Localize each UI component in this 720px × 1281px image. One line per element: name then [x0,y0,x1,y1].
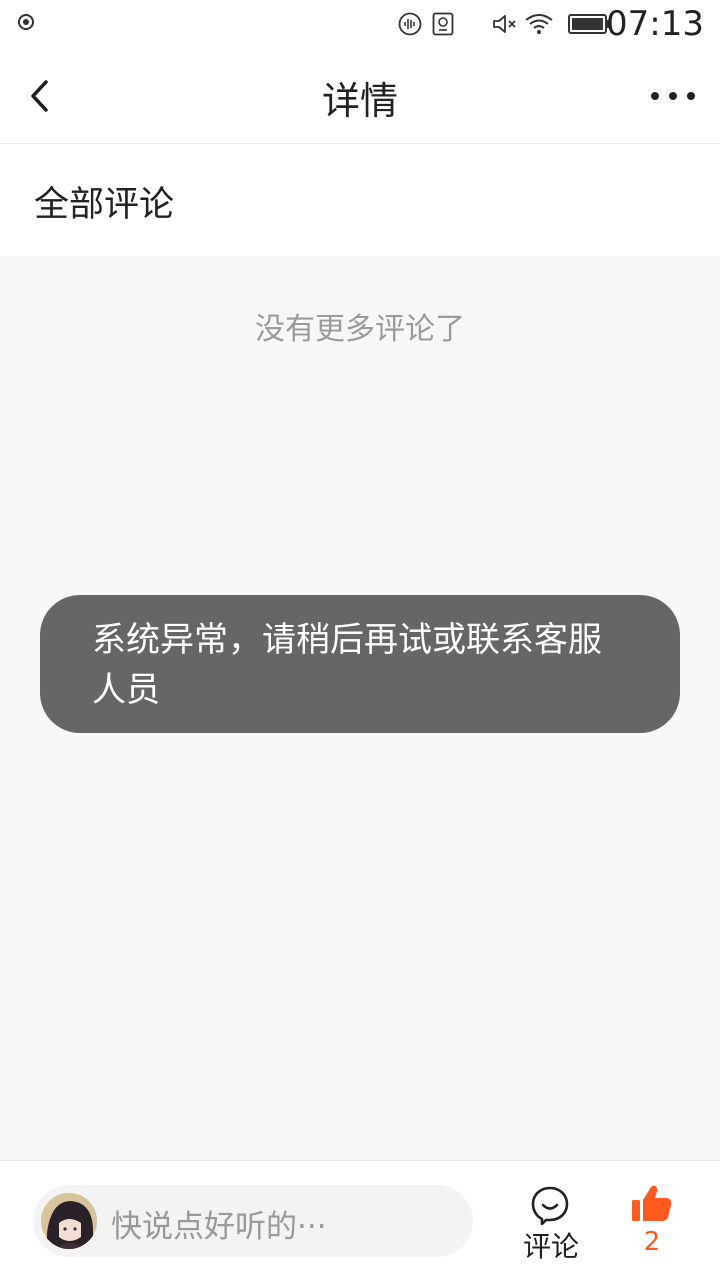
empty-state-text: 没有更多评论了 [255,312,465,347]
error-toast: 系统异常，请稍后再试或联系客服人员 [40,595,680,733]
input-placeholder: 快说点好听的··· [111,1209,327,1245]
comment-button[interactable]: 评论 [518,1183,584,1263]
more-horizontal-icon [651,92,695,100]
avatar [41,1193,97,1249]
thumbs-up-icon [632,1185,672,1221]
bottom-action-bar: 快说点好听的··· 评论 2 [0,1160,720,1281]
page-title: 详情 [321,79,398,123]
wifi-icon [525,14,553,34]
more-button[interactable] [650,86,696,106]
comment-button-label: 评论 [522,1230,579,1263]
avatar-image [41,1193,97,1249]
record-icon [18,14,34,30]
mute-icon [493,15,516,33]
section-title: 全部评论 [34,185,175,225]
comments-header: 全部评论 [0,144,720,256]
comment-input[interactable]: 快说点好听的··· [33,1185,473,1257]
clock: 07:13 [606,4,704,44]
comment-bubble-icon [531,1186,569,1225]
toast-message: 系统异常，请稍后再试或联系客服人员 [92,620,602,710]
sound-wave-icon [398,12,422,36]
like-button[interactable]: 2 [624,1181,680,1265]
screen-record-icon [432,12,454,36]
status-bar: 07:13 [0,0,720,48]
like-count: 2 [643,1227,661,1257]
nav-bar: 详情 [0,48,720,144]
